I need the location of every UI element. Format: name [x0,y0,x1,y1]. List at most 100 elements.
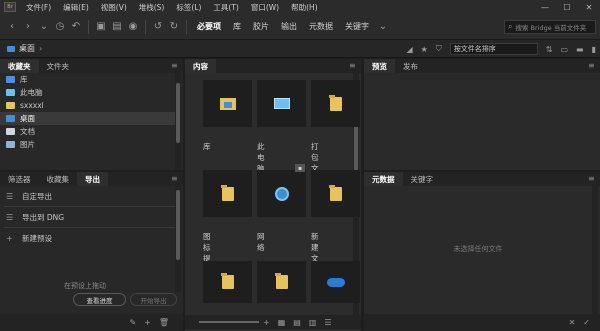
return-icon[interactable]: ↶ [68,18,84,36]
tab-collections[interactable]: 收藏集 [39,172,78,186]
workspace-filmstrip[interactable]: 胶片 [247,18,275,36]
tab-publish[interactable]: 发布 [395,59,426,73]
metadata-panel: 元数据 关键字 ≡ 未选择任何文件 ✕ ✓ [364,172,600,331]
menu-tools[interactable]: 工具(T) [207,2,244,13]
menu-edit[interactable]: 编辑(E) [57,2,95,13]
details-view-icon[interactable]: ▤ [293,318,301,327]
folder-icon [220,184,234,201]
thumb-folder[interactable] [203,170,252,217]
preset-export-dng[interactable]: ☰ 导出到 DNG [0,207,183,227]
edit-icon[interactable]: ✎ [129,318,136,327]
thumbnails-view-icon[interactable]: ▥ [309,318,317,327]
thumb-folder[interactable] [257,261,306,303]
chevron-right-icon[interactable]: › [39,44,42,53]
menu-view[interactable]: 视图(V) [95,2,133,13]
delete-icon[interactable]: ▮ [592,45,596,54]
new-preset-button[interactable]: + 新建预设 [0,228,183,248]
maximize-icon[interactable]: ☐ [556,0,578,14]
thumb-library[interactable] [203,80,252,127]
export-panel: 筛选器 收藏集 导出 ≡ ☰ 自定导出 ☰ 导出到 DNG + 新建预设 在预设上拖动… [0,172,183,331]
thumb-network[interactable]: ▪ [257,164,306,217]
empty-state-text: 未选择任何文件 [453,245,503,253]
sidebar-item-user[interactable]: sxxxxl [0,99,175,112]
sidebar-item-desktop[interactable]: 桌面 [0,112,175,125]
workspace-libraries[interactable]: 库 [227,18,247,36]
back-icon[interactable]: ‹ [4,18,20,36]
tab-keywords[interactable]: 关键字 [403,172,442,186]
menu-file[interactable]: 文件(F) [20,2,57,13]
folder-icon [6,102,15,109]
trash-icon[interactable]: 🗑 [159,318,169,327]
thumb-this-pc[interactable] [257,80,306,127]
start-export-button[interactable]: 开始导出 [130,293,177,306]
list-view-icon[interactable]: ☰ [324,318,331,327]
workspace-metadata[interactable]: 元数据 [303,18,339,36]
scrollbar-thumb[interactable] [176,190,180,260]
preset-custom-export[interactable]: ☰ 自定导出 [0,186,183,206]
refine-icon[interactable]: ▤ [109,18,125,36]
thumb-folder[interactable] [311,170,360,217]
search-input[interactable]: ⌕ 搜索 Bridge 当前文件夹 [504,20,596,34]
tab-metadata[interactable]: 元数据 [364,172,403,186]
forward-icon[interactable]: › [20,18,36,36]
workspace-keywords[interactable]: 关键字 [339,18,375,36]
filter-icon[interactable]: ⛉ [436,44,442,54]
menu-stack[interactable]: 堆栈(S) [133,2,171,13]
menu-label[interactable]: 标签(L) [170,2,207,13]
sidebar-item-this-pc[interactable]: 此电脑 [0,86,175,99]
new-folder-icon[interactable]: ▬ [576,45,584,54]
thumbnail-size-slider[interactable] [199,321,259,323]
workspace-output[interactable]: 输出 [275,18,303,36]
rotate-left-icon[interactable]: ↺ [150,18,166,36]
thumb-folder[interactable] [203,261,252,303]
new-preset-label: 新建预设 [22,233,52,243]
panel-menu-icon[interactable]: ≡ [171,62,179,70]
sort-direction-icon[interactable]: ⇅ [546,45,553,54]
sidebar-item-label: 桌面 [20,114,35,123]
thumb-onedrive[interactable] [311,261,360,303]
tab-folders[interactable]: 文件夹 [39,59,78,73]
quality-icon[interactable]: ◢ [406,45,412,54]
workspace-more-icon[interactable]: ⌄ [375,18,391,36]
scrollbar[interactable] [175,73,181,170]
recent-icon[interactable]: ◷ [52,18,68,36]
sidebar-item-documents[interactable]: 文档 [0,125,175,138]
minimize-icon[interactable]: — [534,0,556,14]
open-in-camera-raw-icon[interactable]: ◉ [125,18,141,36]
sidebar-item-library[interactable]: 库 [0,73,175,86]
breadcrumb[interactable]: 桌面 [19,43,35,54]
menu-help[interactable]: 帮助(H) [285,2,324,13]
sort-select[interactable]: 按文件名排序 [449,43,538,55]
panel-menu-icon[interactable]: ≡ [588,175,596,183]
tab-content[interactable]: 内容 [185,59,216,73]
workspace-essentials[interactable]: 必要项 [191,18,227,36]
panel-menu-icon[interactable]: ≡ [349,62,357,70]
cancel-icon[interactable]: ✕ [569,318,576,327]
parent-folder-icon[interactable]: ⌄ [36,18,52,36]
scrollbar[interactable] [175,186,181,292]
apply-icon[interactable]: ✓ [583,318,590,327]
scrollbar[interactable] [592,186,598,314]
sidebar-item-pictures[interactable]: 图片 [0,138,175,151]
tab-preview[interactable]: 预览 [364,59,395,73]
sidebar-item-label: 图片 [20,140,35,149]
view-progress-button[interactable]: 查看进度 [73,293,126,306]
camera-import-icon[interactable]: ▣ [93,18,109,36]
scrollbar-thumb[interactable] [176,83,180,143]
sidebar-item-label: 此电脑 [20,88,43,97]
tab-export[interactable]: 导出 [77,172,108,186]
search-icon: ⌕ [508,22,513,31]
close-icon[interactable]: ✕ [578,0,600,14]
zoom-in-icon[interactable]: + [263,318,270,327]
thumb-folder[interactable] [311,80,360,127]
add-icon[interactable]: + [144,318,151,327]
panel-menu-icon[interactable]: ≡ [588,62,596,70]
rating-filter-icon[interactable]: ★ [421,45,428,54]
menu-window[interactable]: 窗口(W) [245,2,285,13]
grid-view-icon[interactable]: ▦ [278,318,286,327]
open-recent-icon[interactable]: ▭ [560,45,568,54]
rotate-right-icon[interactable]: ↻ [166,18,182,36]
tab-filter[interactable]: 筛选器 [0,172,39,186]
panel-menu-icon[interactable]: ≡ [171,175,179,183]
tab-favorites[interactable]: 收藏夹 [0,59,39,73]
